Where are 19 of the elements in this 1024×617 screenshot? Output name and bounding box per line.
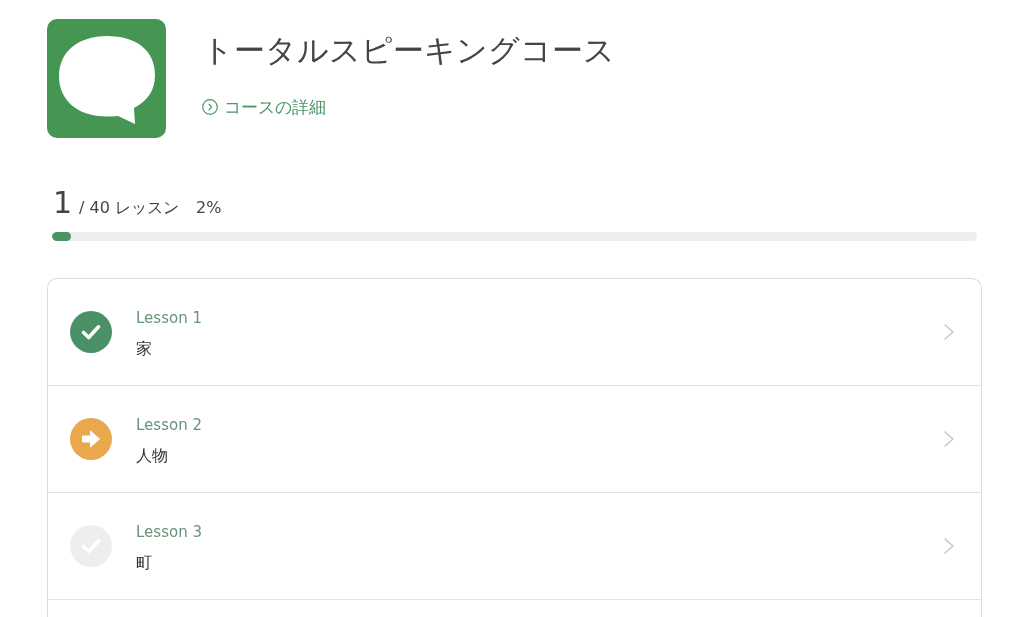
chevron-circle-icon: [202, 99, 218, 115]
lesson-number: Lesson 3: [136, 522, 202, 541]
lesson-item[interactable]: Lesson 2 人物: [48, 386, 981, 493]
speech-bubble-icon: [47, 19, 166, 138]
course-title: トータルスピーキングコース: [202, 31, 615, 70]
lesson-title: 人物: [136, 445, 168, 466]
chevron-right-icon: [944, 431, 954, 447]
lesson-item[interactable]: Lesson 3 町: [48, 493, 981, 600]
progress-percent: 2%: [196, 198, 222, 217]
lesson-item[interactable]: Lesson 1 家: [48, 279, 981, 386]
lesson-total: / 40 レッスン: [79, 198, 179, 219]
lesson-title: 家: [136, 338, 152, 359]
lesson-number: Lesson 2: [136, 415, 202, 434]
completed-count: 1: [53, 186, 73, 220]
lesson-number: Lesson 1: [136, 308, 202, 327]
course-details-link[interactable]: コースの詳細: [202, 96, 326, 118]
chevron-right-icon: [944, 538, 954, 554]
lesson-title: 町: [136, 552, 152, 573]
chevron-right-icon: [944, 324, 954, 340]
